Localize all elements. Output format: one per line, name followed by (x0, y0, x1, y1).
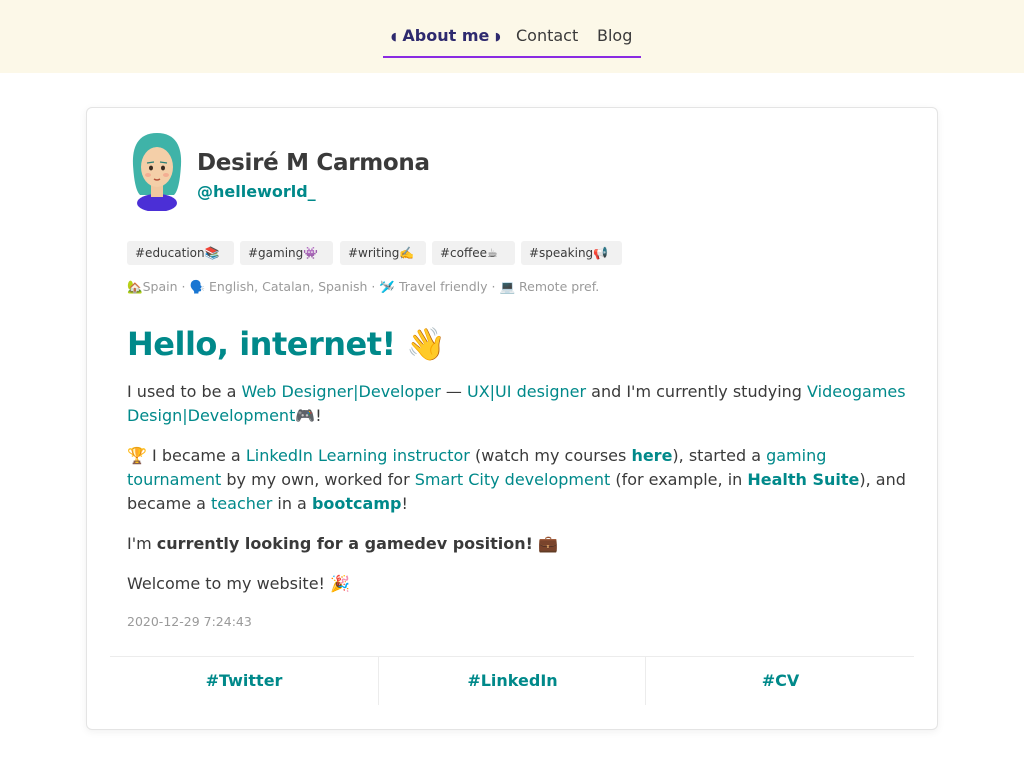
tag-writing: #writing✍️ (340, 241, 426, 265)
tag-gaming-label: #gaming (248, 246, 304, 260)
linkedin-link[interactable]: #LinkedIn (378, 657, 646, 705)
twitter-link[interactable]: #Twitter (110, 657, 378, 705)
greeting-heading: Hello, internet! 👋 (127, 325, 446, 363)
nav-blog[interactable]: Blog (597, 26, 632, 45)
job-search-paragraph: I'm currently looking for a gamedev posi… (127, 532, 907, 556)
alien-monster-icon: 👾 (303, 246, 319, 260)
courses-here-link[interactable]: here (631, 446, 672, 465)
house-icon: 🏡 (127, 279, 143, 294)
laptop-icon: 💻 (499, 279, 516, 294)
remote-text: Remote pref. (519, 279, 600, 294)
profile-facts: 🏡Spain · 🗣️ English, Catalan, Spanish · … (127, 279, 599, 295)
moon-left-icon: ◖ (391, 30, 397, 43)
greeting-text: Hello, internet! (127, 325, 396, 363)
separator: · (371, 279, 376, 294)
megaphone-icon: 📢 (593, 246, 609, 260)
speaking-head-icon: 🗣️ (189, 279, 206, 294)
welcome-paragraph: Welcome to my website! 🎉 (127, 572, 907, 596)
linkedin-learning-link[interactable]: LinkedIn Learning instructor (246, 446, 470, 465)
writing-hand-icon: ✍️ (399, 246, 415, 260)
tag-education-label: #education (135, 246, 205, 260)
coffee-icon: ☕ (487, 246, 498, 260)
profile-name: Desiré M Carmona (197, 150, 430, 176)
cv-link[interactable]: #CV (645, 657, 915, 705)
paragraph-text: ! (401, 494, 408, 513)
paragraph-text: I'm (127, 534, 157, 553)
paragraph-text: and I'm currently studying (586, 382, 808, 401)
paragraph-text: by my own, worked for (221, 470, 415, 489)
trophy-icon: 🏆 (127, 446, 147, 465)
ux-ui-designer-link[interactable]: UX|UI designer (467, 382, 586, 401)
moon-right-icon: ◗ (494, 30, 501, 43)
briefcase-icon: 💼 (538, 534, 558, 553)
paragraph-text: in a (272, 494, 312, 513)
separator: · (491, 279, 496, 294)
paragraph-text: ), started a (672, 446, 767, 465)
languages-text: English, Catalan, Spanish (209, 279, 368, 294)
tag-speaking: #speaking📢 (521, 241, 622, 265)
tag-speaking-label: #speaking (529, 246, 594, 260)
travel-text: Travel friendly (398, 279, 488, 294)
nav-about-label: About me (402, 26, 490, 45)
airplane-icon: 🛩️ (379, 279, 395, 294)
tag-education: #education📚 (127, 241, 234, 265)
tag-gaming: #gaming👾 (240, 241, 333, 265)
profile-handle-link[interactable]: @helleworld_ (197, 182, 316, 201)
bootcamp-link[interactable]: bootcamp (312, 494, 402, 513)
nav-about-me[interactable]: ◖ About me ◗ (391, 26, 501, 45)
nav-contact[interactable]: Contact (516, 26, 578, 45)
tag-writing-label: #writing (348, 246, 400, 260)
books-icon: 📚 (204, 246, 220, 260)
welcome-text: Welcome to my website! (127, 574, 325, 593)
paragraph-text: (for example, in (610, 470, 748, 489)
avatar (132, 133, 182, 211)
teacher-link[interactable]: teacher (211, 494, 272, 513)
separator: · (181, 279, 186, 294)
top-navigation-bar: ◖ About me ◗ Contact Blog (0, 0, 1024, 73)
intro-paragraph: I used to be a Web Designer|Developer — … (127, 380, 907, 428)
tag-coffee: #coffee☕ (432, 241, 515, 265)
waving-hand-icon: 👋 (406, 325, 446, 363)
paragraph-text: (watch my courses (469, 446, 632, 465)
smart-city-link[interactable]: Smart City development (415, 470, 610, 489)
paragraph-text: — (440, 382, 467, 401)
location-text: Spain (142, 279, 178, 294)
main-nav: ◖ About me ◗ Contact Blog (383, 22, 641, 58)
paragraph-text: I used to be a (127, 382, 242, 401)
paragraph-text: I became a (146, 446, 246, 465)
tag-coffee-label: #coffee (440, 246, 488, 260)
social-links: #Twitter #LinkedIn #CV (110, 656, 914, 705)
paragraph-text: ! (315, 406, 322, 425)
experience-paragraph: 🏆 I became a LinkedIn Learning instructo… (127, 444, 907, 516)
health-suite-link[interactable]: Health Suite (747, 470, 859, 489)
timestamp: 2020-12-29 7:24:43 (127, 614, 252, 629)
game-controller-icon: 🎮 (295, 406, 316, 425)
web-designer-link[interactable]: Web Designer|Developer (242, 382, 441, 401)
party-popper-icon: 🎉 (330, 574, 350, 593)
job-search-highlight: currently looking for a gamedev position… (156, 534, 533, 553)
